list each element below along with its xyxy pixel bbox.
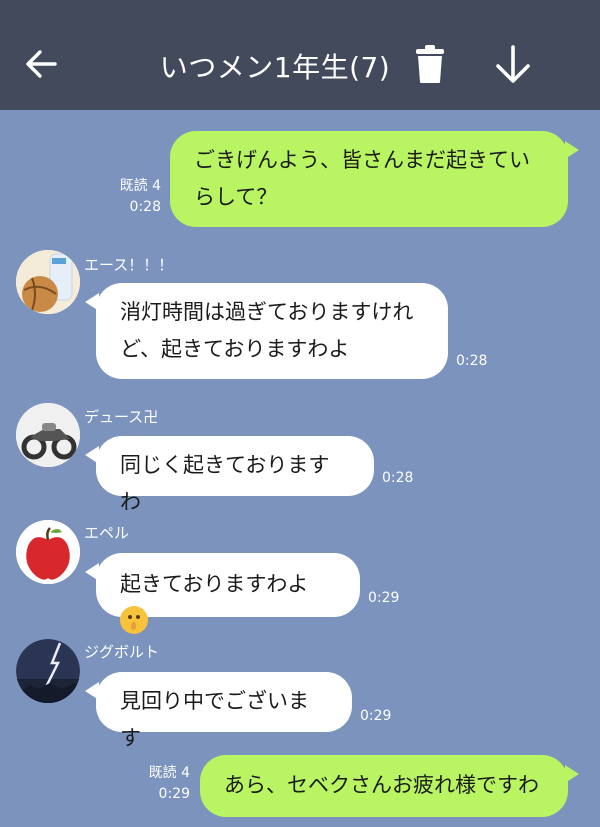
read-receipt: 既読 4 <box>119 178 161 194</box>
message-meta: 既読 4 0:28 <box>120 176 161 218</box>
message-bubble[interactable]: 消灯時間は過ぎておりますけれ ど、起きておりますわよ <box>85 283 448 379</box>
message-incoming: ジグボルト 見回り中でございます 0:29 <box>0 639 600 750</box>
message-time: 0:28 <box>129 199 161 215</box>
message-list[interactable]: 既読 4 0:28 ごきげんよう、皆さんまだ起きてい らして？ エース！！！ 消… <box>0 110 600 827</box>
message-time: 0:28 <box>456 353 488 369</box>
avatar-sender[interactable] <box>16 250 80 314</box>
message-time: 0:29 <box>360 708 392 724</box>
sender-name: エペル <box>84 524 130 542</box>
message-bubble[interactable]: あら、セベクさんお疲れ様ですわ <box>200 755 579 817</box>
avatar-sender[interactable] <box>16 403 80 467</box>
message-bubble[interactable]: 同じく起きておりますわ <box>85 436 374 514</box>
avatar-sender[interactable] <box>16 520 80 584</box>
avatar-image <box>16 250 80 314</box>
message-time: 0:29 <box>368 590 400 606</box>
message-incoming: デュース卍 同じく起きておりますわ 0:28 <box>0 403 600 514</box>
download-arrow-icon <box>496 45 530 83</box>
shushing-face-emoji <box>120 606 148 634</box>
message-time: 0:28 <box>382 470 414 486</box>
sender-name: デュース卍 <box>84 408 159 426</box>
sender-name: エース！！！ <box>84 256 174 274</box>
download-button[interactable] <box>484 34 542 94</box>
back-button[interactable] <box>14 34 68 94</box>
sender-name: ジグボルト <box>84 643 160 661</box>
message-outgoing: 既読 4 0:28 ごきげんよう、皆さんまだ起きてい らして？ <box>0 110 600 230</box>
message-meta: 既読 4 0:29 <box>149 763 190 805</box>
message-bubble[interactable]: 見回り中でございます <box>85 672 352 750</box>
avatar-image <box>16 520 80 584</box>
avatar-image <box>16 403 80 467</box>
chat-title: いつメン1年生(7) <box>159 51 391 84</box>
message-incoming: エース！！！ 消灯時間は過ぎておりますけれ ど、起きておりますわよ 0:28 <box>0 250 600 390</box>
avatar-sender[interactable] <box>16 639 80 703</box>
back-arrow-icon <box>26 50 57 78</box>
read-receipt: 既読 4 <box>148 765 190 781</box>
message-bubble[interactable]: ごきげんよう、皆さんまだ起きてい らして？ <box>170 131 579 227</box>
message-outgoing: 既読 4 0:29 あら、セベクさんお疲れ様ですわ <box>0 755 600 827</box>
message-incoming: エペル 起きておりますわよ 0:29 <box>0 520 600 634</box>
message-bubble[interactable]: 起きておりますわよ <box>85 553 360 634</box>
chat-header: いつメン1年生(7) <box>0 0 600 110</box>
message-time: 0:29 <box>158 786 190 802</box>
avatar-image <box>16 639 80 703</box>
trash-icon <box>416 45 444 83</box>
delete-button[interactable] <box>404 34 456 94</box>
